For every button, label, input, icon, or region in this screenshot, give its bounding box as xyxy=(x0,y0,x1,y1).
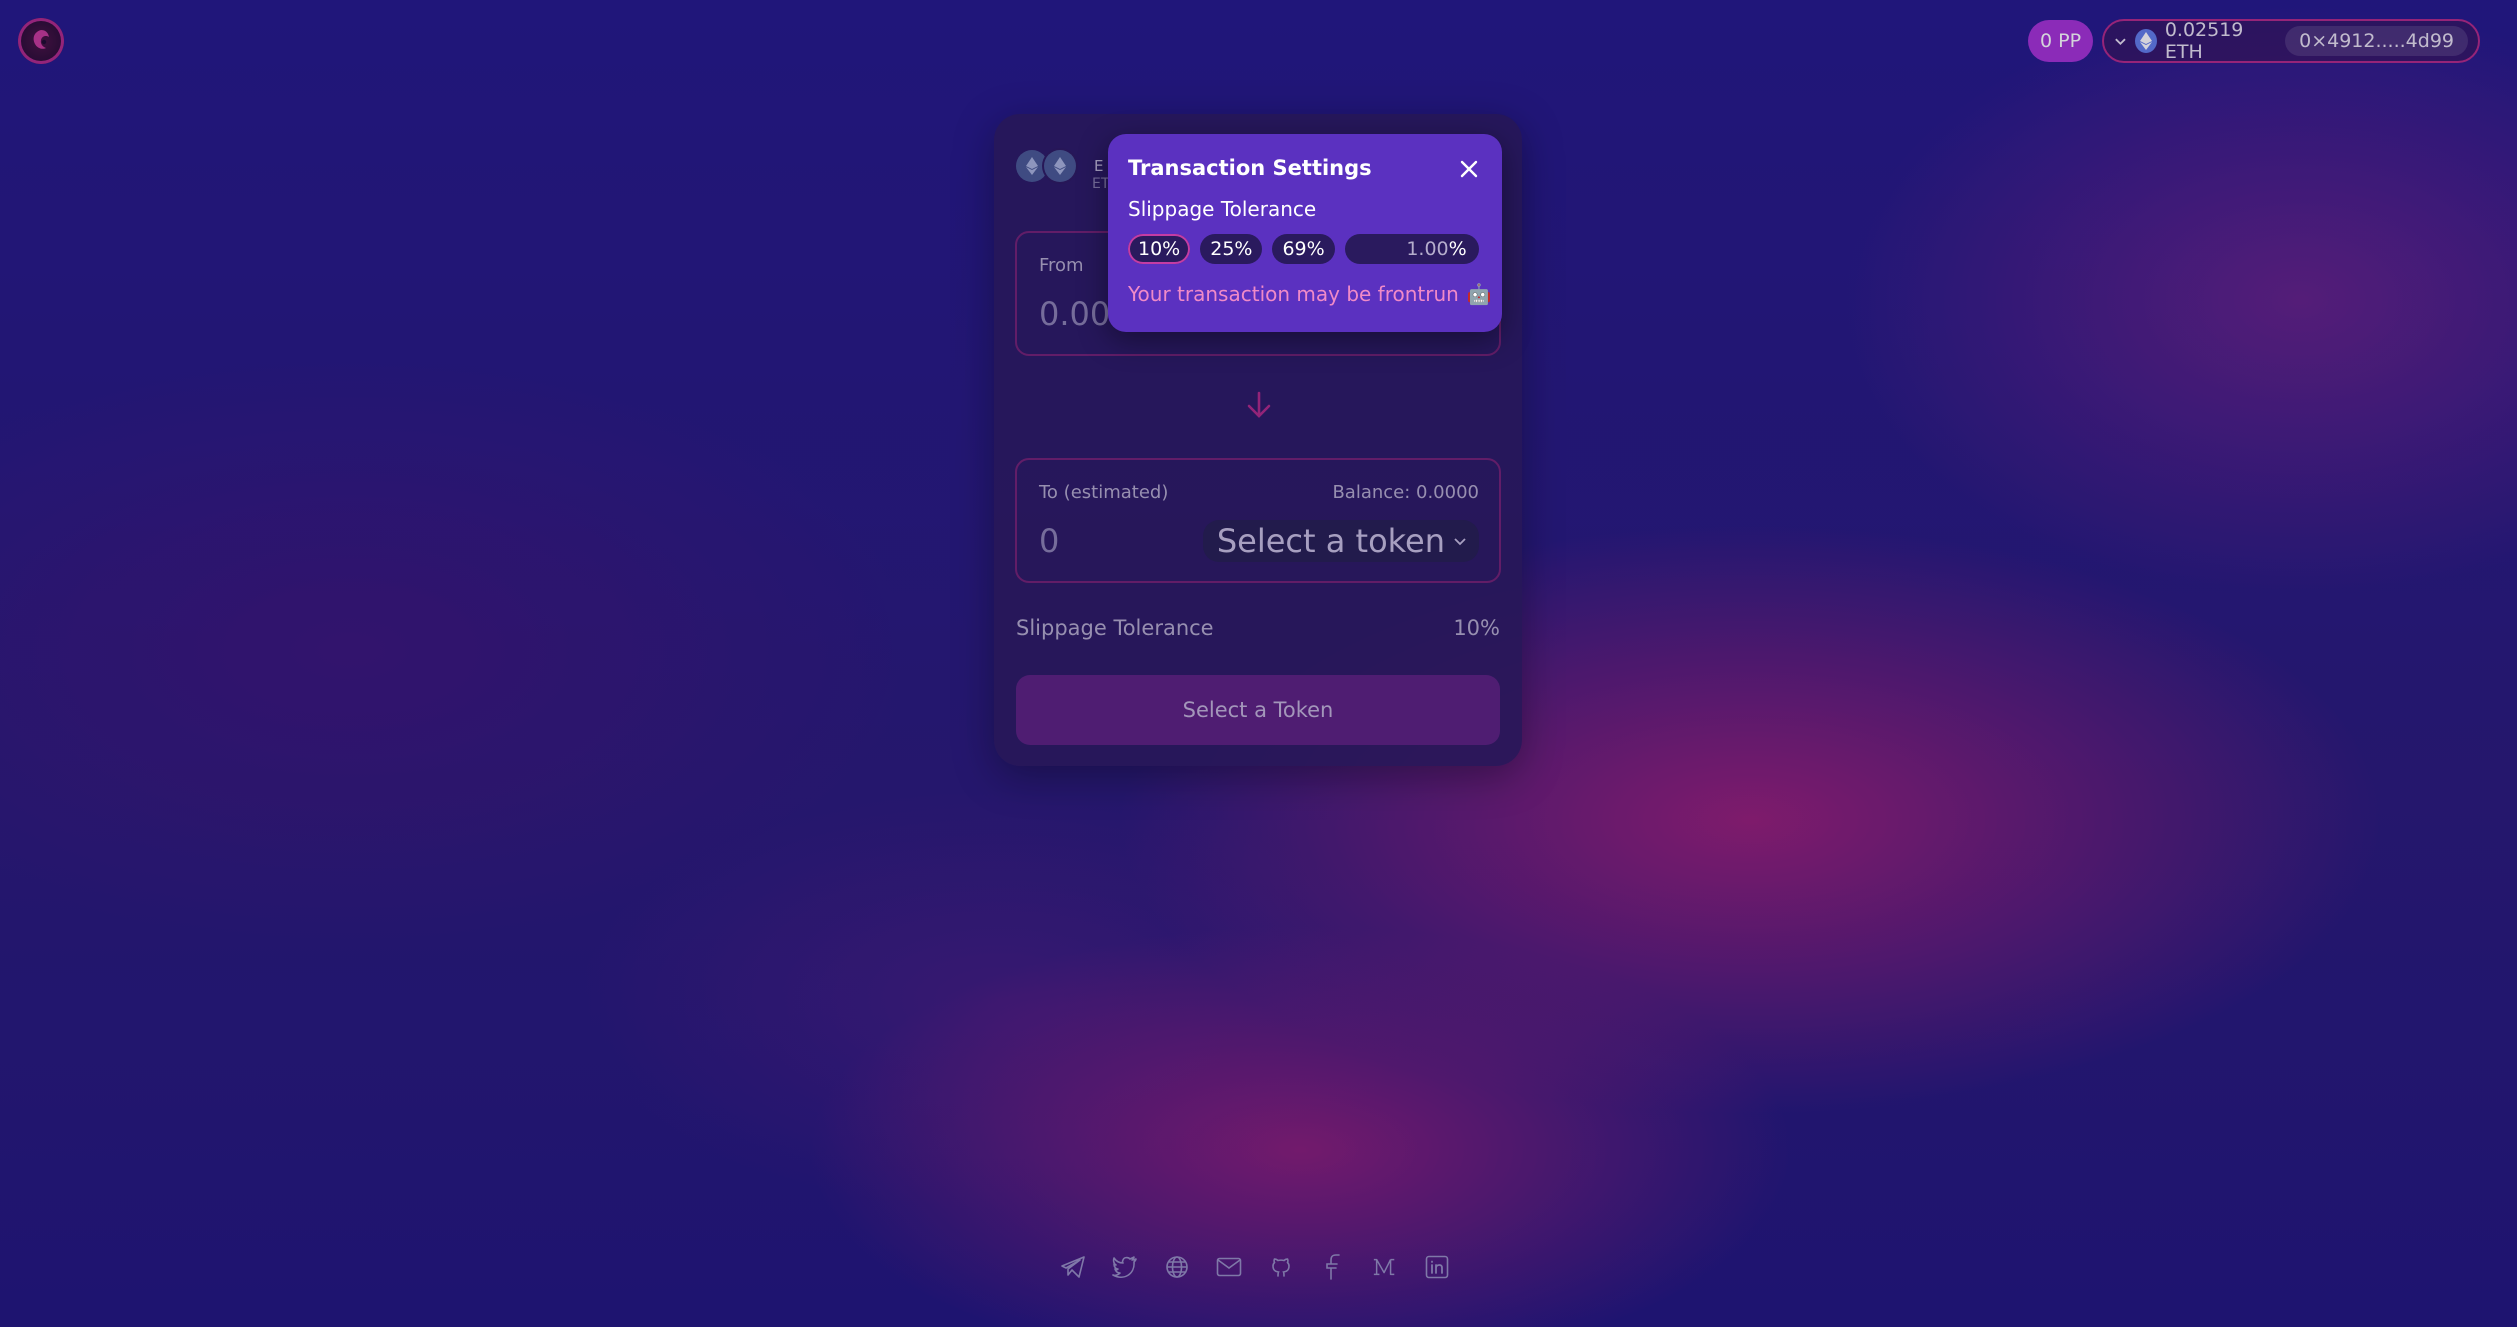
slippage-tolerance-label: Slippage Tolerance xyxy=(1128,197,1317,221)
slippage-option-69[interactable]: 69% xyxy=(1272,234,1335,264)
globe-icon[interactable] xyxy=(1164,1254,1190,1280)
github-icon[interactable] xyxy=(1268,1254,1294,1280)
custom-slippage-input[interactable]: 1.00 % xyxy=(1344,234,1479,264)
telegram-icon[interactable] xyxy=(1060,1254,1086,1280)
facebook-icon[interactable] xyxy=(1320,1254,1346,1280)
slippage-option-10[interactable]: 10% xyxy=(1128,234,1191,264)
slippage-options: 10% 25% 69% 1.00 % xyxy=(1128,234,1479,264)
slippage-option-25[interactable]: 25% xyxy=(1200,234,1263,264)
custom-slippage-value: 1.00 xyxy=(1406,238,1449,260)
medium-icon[interactable] xyxy=(1372,1254,1398,1280)
mail-icon[interactable] xyxy=(1216,1254,1242,1280)
frontrun-warning: Your transaction may be frontrun 🤖 xyxy=(1128,282,1492,306)
close-icon xyxy=(1460,160,1478,178)
close-button[interactable] xyxy=(1458,158,1480,180)
frontrun-warning-text: Your transaction may be frontrun xyxy=(1128,282,1459,306)
linkedin-icon[interactable] xyxy=(1424,1254,1450,1280)
robot-icon: 🤖 xyxy=(1466,282,1492,306)
social-links xyxy=(1060,1254,1450,1280)
custom-slippage-unit: % xyxy=(1448,238,1467,260)
transaction-settings-popover: Transaction Settings Slippage Tolerance … xyxy=(1108,134,1502,332)
twitter-icon[interactable] xyxy=(1112,1254,1138,1280)
settings-title: Transaction Settings xyxy=(1128,156,1372,180)
